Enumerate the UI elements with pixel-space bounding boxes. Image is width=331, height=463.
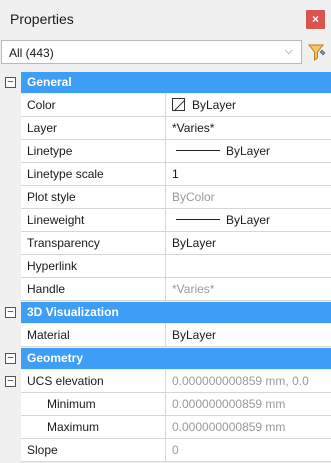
property-value: 0.000000000859 mm (172, 420, 286, 434)
selection-dropdown[interactable]: All (443) ⌵ (1, 40, 302, 64)
property-name: Hyperlink (21, 255, 166, 278)
category-geometry[interactable]: − Geometry (0, 347, 331, 370)
property-value[interactable]: ByLayer (166, 324, 331, 347)
lineweight-value: ByLayer (226, 213, 271, 227)
property-value[interactable]: *Varies* (166, 117, 331, 140)
property-row-material[interactable]: Material ByLayer (0, 324, 331, 347)
row-gutter (0, 393, 21, 416)
property-name: Layer (21, 117, 166, 140)
collapse-icon[interactable]: − (5, 307, 16, 318)
property-name: Color (21, 94, 166, 117)
property-name: Linetype scale (21, 163, 166, 186)
property-name: Slope (21, 439, 166, 462)
row-gutter (0, 278, 21, 301)
lineweight-preview-icon (176, 219, 220, 221)
row-gutter (0, 117, 21, 140)
property-value: 0 (172, 443, 179, 457)
row-gutter (0, 439, 21, 462)
property-value[interactable]: 1 (166, 163, 331, 186)
property-row-linetype-scale[interactable]: Linetype scale 1 (0, 163, 331, 186)
color-swatch-icon (172, 98, 186, 112)
title-bar: Properties × (0, 0, 331, 38)
close-button[interactable]: × (306, 10, 325, 29)
chevron-down-icon: ⌵ (284, 45, 293, 57)
row-gutter (0, 209, 21, 232)
color-value: ByLayer (192, 98, 237, 112)
row-gutter (0, 140, 21, 163)
property-value[interactable]: ByLayer (166, 209, 331, 232)
property-name: Material (21, 324, 166, 347)
category-general[interactable]: − General (0, 71, 331, 94)
property-name: Minimum (21, 393, 166, 416)
collapse-icon[interactable]: − (5, 376, 16, 387)
property-name: Lineweight (21, 209, 166, 232)
row-gutter (0, 255, 21, 278)
property-value[interactable]: ByLayer (166, 140, 331, 163)
property-row-slope[interactable]: Slope 0 (0, 439, 331, 462)
property-value[interactable]: ByLayer (166, 94, 331, 117)
property-row-maximum[interactable]: Maximum 0.000000000859 mm (0, 416, 331, 439)
property-row-ucs-elevation[interactable]: − UCS elevation 0.000000000859 mm, 0.0 (0, 370, 331, 393)
property-value: 0.000000000859 mm, 0.0 (172, 374, 309, 388)
property-name: Transparency (21, 232, 166, 255)
property-value: *Varies* (172, 282, 215, 296)
property-value: 0.000000000859 mm (172, 397, 286, 411)
row-gutter: − (0, 370, 21, 393)
property-name: UCS elevation (21, 370, 166, 393)
property-name: Handle (21, 278, 166, 301)
category-label: Geometry (27, 351, 84, 365)
row-gutter (0, 163, 21, 186)
quick-select-button[interactable] (306, 42, 328, 62)
property-name: Maximum (21, 416, 166, 439)
property-row-hyperlink[interactable]: Hyperlink (0, 255, 331, 278)
row-gutter (0, 94, 21, 117)
collapse-icon[interactable]: − (5, 77, 16, 88)
property-row-minimum[interactable]: Minimum 0.000000000859 mm (0, 393, 331, 416)
row-gutter (0, 324, 21, 347)
property-row-transparency[interactable]: Transparency ByLayer (0, 232, 331, 255)
property-value[interactable] (166, 255, 331, 278)
property-row-color[interactable]: Color ByLayer (0, 94, 331, 117)
linetype-preview-icon (176, 150, 220, 152)
property-value[interactable]: ByLayer (166, 232, 331, 255)
category-3d-visualization[interactable]: − 3D Visualization (0, 301, 331, 324)
collapse-icon[interactable]: − (5, 353, 16, 364)
linetype-value: ByLayer (226, 144, 271, 158)
property-row-plot-style[interactable]: Plot style ByColor (0, 186, 331, 209)
property-value: ByColor (172, 190, 215, 204)
panel-title: Properties (10, 11, 74, 27)
property-row-handle[interactable]: Handle *Varies* (0, 278, 331, 301)
property-row-layer[interactable]: Layer *Varies* (0, 117, 331, 140)
selection-count: All (443) (9, 46, 54, 60)
category-label: 3D Visualization (27, 305, 119, 319)
property-grid: − General Color ByLayer Layer *Varies* L… (0, 71, 331, 462)
property-row-linetype[interactable]: Linetype ByLayer (0, 140, 331, 163)
row-gutter (0, 232, 21, 255)
property-name: Plot style (21, 186, 166, 209)
row-gutter (0, 186, 21, 209)
filter-icon (307, 44, 326, 61)
row-gutter (0, 416, 21, 439)
property-name: Linetype (21, 140, 166, 163)
property-row-lineweight[interactable]: Lineweight ByLayer (0, 209, 331, 232)
category-label: General (27, 75, 72, 89)
